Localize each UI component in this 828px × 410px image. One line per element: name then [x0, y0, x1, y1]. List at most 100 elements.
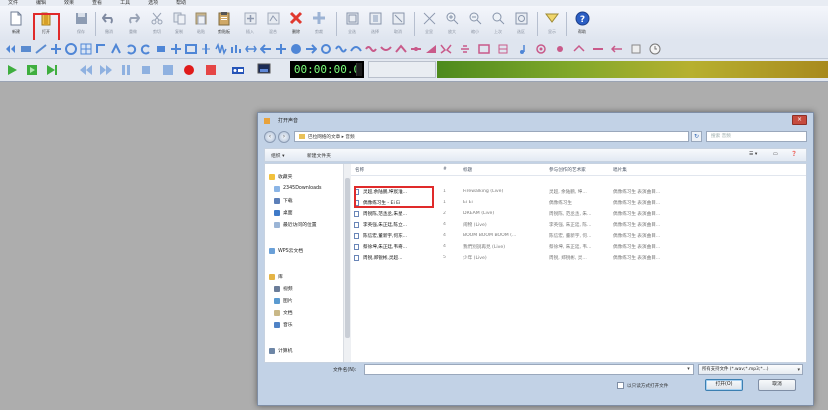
checkbox-box[interactable]: [617, 382, 624, 389]
new-folder-button[interactable]: 新建文件夹: [307, 152, 331, 159]
chevron-down-icon[interactable]: ▾: [685, 366, 692, 373]
zoomout-button[interactable]: 缩小: [464, 8, 486, 38]
cross-icon[interactable]: [274, 42, 287, 55]
address-bar[interactable]: 巴拉网络的文章 ▸ 音频: [294, 131, 689, 142]
file-row[interactable]: 李英强,朱正廷,陈立... 4 闹物 (Live) 李英强, 朱正廷, 陈... 偶像练…: [351, 220, 806, 230]
help-button[interactable]: ? 帮助: [571, 8, 593, 38]
scrollbar-thumb[interactable]: [345, 178, 350, 338]
mix-button[interactable]: 混合: [262, 8, 284, 38]
record-effect-icon[interactable]: [496, 42, 509, 55]
nav-item-recent[interactable]: 最近访问的位置: [274, 220, 317, 229]
wave-blue-icon[interactable]: [334, 42, 347, 55]
clock-icon[interactable]: [648, 42, 661, 55]
file-row[interactable]: 周锐,郑锐彬,灵超... 5 少年 (Live) 周锐, 郑锐彬, 灵... 偶像练习生…: [351, 253, 806, 263]
phase-icon[interactable]: [349, 42, 362, 55]
monitor-icon[interactable]: [256, 62, 271, 77]
nav-item-library[interactable]: 库: [269, 272, 283, 281]
nav-item-documents[interactable]: 文档: [274, 308, 293, 317]
box-icon[interactable]: [629, 42, 642, 55]
split-icon[interactable]: [199, 42, 212, 55]
refresh-button[interactable]: ↻: [691, 131, 702, 142]
pitch-icon[interactable]: [109, 42, 122, 55]
cue-icon[interactable]: [230, 62, 245, 77]
nav-item-wps-cloud[interactable]: WPS云文档: [269, 246, 303, 255]
crop-button[interactable]: 剪裁: [308, 8, 330, 38]
filetype-select[interactable]: 所有支持文件 (*.wav;*.mp3;*...) ▾: [698, 364, 803, 375]
loop-icon[interactable]: [139, 42, 152, 55]
flanger-icon[interactable]: [364, 42, 377, 55]
paste-button[interactable]: 粘贴: [190, 8, 212, 38]
preview-pane-icon[interactable]: ▭: [773, 152, 778, 157]
fit-button[interactable]: 全显: [418, 8, 440, 38]
help-icon[interactable]: ❓: [791, 152, 797, 157]
dot-icon[interactable]: [553, 42, 566, 55]
zoomsel-button[interactable]: 上次: [487, 8, 509, 38]
undo-effect-icon[interactable]: [124, 42, 137, 55]
selectall-button[interactable]: 全选: [341, 8, 363, 38]
stop-icon[interactable]: [138, 62, 153, 77]
play-loop-icon[interactable]: [24, 62, 39, 77]
save-button[interactable]: 保存: [70, 8, 92, 38]
amplify-icon[interactable]: [169, 42, 182, 55]
waveform-icon[interactable]: [19, 42, 32, 55]
forward-icon[interactable]: [98, 62, 113, 77]
readonly-checkbox[interactable]: 以只读方式打开文件: [617, 382, 668, 389]
column-title[interactable]: 标题: [463, 167, 472, 173]
nav-item-pictures[interactable]: 图片: [274, 296, 293, 305]
grid-icon[interactable]: [79, 42, 92, 55]
back-button[interactable]: ‹: [264, 131, 276, 143]
clipboard-button[interactable]: 剪贴板: [213, 8, 235, 38]
file-row[interactable]: 周锐陈,范丞丞,朱星... 2 DREAM (Live) 周锐陈, 范丞丞, 朱...…: [351, 209, 806, 219]
echo-icon[interactable]: [94, 42, 107, 55]
column-artist[interactable]: 参与创作的艺术家: [549, 167, 586, 173]
pause-icon[interactable]: [118, 62, 133, 77]
sync-icon[interactable]: [319, 42, 332, 55]
select-button[interactable]: 选择: [364, 8, 386, 38]
band-icon[interactable]: [591, 42, 604, 55]
stretch-icon[interactable]: [244, 42, 257, 55]
delete-button[interactable]: 删除: [285, 8, 307, 38]
nav-item-2345downloads[interactable]: 2345Downloads: [274, 184, 322, 193]
nav-item-downloads[interactable]: 下载: [274, 196, 293, 205]
reverb-icon[interactable]: [409, 42, 422, 55]
search-input[interactable]: 搜索 音频: [706, 131, 807, 142]
column-number[interactable]: #: [443, 167, 447, 172]
play-icon[interactable]: [4, 62, 19, 77]
chorus-icon[interactable]: [379, 42, 392, 55]
deselect-button[interactable]: 取消: [387, 8, 409, 38]
nav-item-video[interactable]: 视频: [274, 284, 293, 293]
file-row[interactable]: 陈信宏,董新宇,何东... 4 BOOM BOOM BOOM (... 陈信宏, 董新…: [351, 231, 806, 241]
play-to-end-icon[interactable]: [44, 62, 59, 77]
cancel-button[interactable]: 取消: [758, 379, 796, 391]
right-arrow-icon[interactable]: [304, 42, 317, 55]
nav-item-desktop[interactable]: 桌面: [274, 208, 293, 217]
cut-button[interactable]: 剪切: [146, 8, 168, 38]
nav-item-favorites[interactable]: 收藏夹: [269, 172, 292, 181]
equalizer-icon[interactable]: [229, 42, 242, 55]
dialog-close-button[interactable]: ×: [792, 115, 807, 125]
fade-icon[interactable]: [34, 42, 47, 55]
forward-button[interactable]: ›: [278, 131, 290, 143]
target-icon[interactable]: [64, 42, 77, 55]
note-icon[interactable]: [515, 42, 528, 55]
open-file-button[interactable]: 打开(O): [705, 379, 743, 391]
speed-icon[interactable]: [572, 42, 585, 55]
filename-input[interactable]: ▾: [364, 364, 694, 375]
redo-button[interactable]: 重做: [122, 8, 144, 38]
nav-item-music[interactable]: 音乐: [274, 320, 293, 329]
organize-button[interactable]: 组织 ▾: [271, 152, 285, 159]
filter-icon[interactable]: [439, 42, 452, 55]
view-options-icon[interactable]: ☰ ▾: [749, 152, 757, 157]
undo-button[interactable]: 撤消: [98, 8, 120, 38]
navigation-scrollbar[interactable]: [343, 164, 351, 362]
record-circle-icon[interactable]: [534, 42, 547, 55]
stereo-icon[interactable]: [477, 42, 490, 55]
envelope-icon[interactable]: [184, 42, 197, 55]
goto-start-icon[interactable]: [160, 62, 175, 77]
column-name[interactable]: 名称: [355, 167, 364, 173]
normalize-icon[interactable]: [458, 42, 471, 55]
nav-item-computer[interactable]: 计算机: [269, 346, 292, 355]
delay-icon[interactable]: [394, 42, 407, 55]
move-icon[interactable]: [49, 42, 62, 55]
copy-button[interactable]: 复制: [168, 8, 190, 38]
